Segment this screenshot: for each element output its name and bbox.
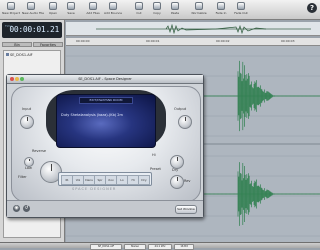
compare-icon[interactable]: ↺ xyxy=(23,205,30,212)
status-channels[interactable]: Stereo xyxy=(124,244,146,250)
save-button[interactable]: Save xyxy=(62,2,80,18)
file-icon xyxy=(6,53,9,56)
add-bounce-icon xyxy=(109,2,117,10)
status-file[interactable]: SE_DOS1.AIF xyxy=(90,244,122,250)
add-files-icon xyxy=(89,2,97,10)
fade-out-button[interactable]: Fade Out xyxy=(232,2,250,18)
time-ruler[interactable]: 00:00:00 00:00:01 00:00:02 00:00:03 xyxy=(66,38,320,46)
cut-button[interactable]: Cut xyxy=(130,2,148,18)
reverse-label: Reverse xyxy=(32,149,47,153)
rev-label: Rev xyxy=(184,179,191,183)
ruler-tick: 00:00:03 xyxy=(281,39,295,43)
add-bounce-button[interactable]: Add Bounce xyxy=(104,2,122,18)
overview-strip[interactable] xyxy=(66,22,320,36)
input-label: Input xyxy=(22,107,32,111)
new-audio-file-icon xyxy=(27,2,35,10)
normalize-icon xyxy=(195,2,203,10)
plugin-title-bar[interactable]: SE_DOS1.AIF - Space Designer xyxy=(7,75,203,84)
fade-in-button[interactable]: Fade In xyxy=(212,2,230,18)
status-bar: SE_DOS1.AIF Stereo 44.1 kHz 16 Bit xyxy=(0,242,320,250)
ir-name-field[interactable]: EXIT/DWATSNK ROOM xyxy=(79,97,133,104)
ruler-tick: 00:00:02 xyxy=(216,39,230,43)
preset-label: Preset xyxy=(150,167,161,171)
brand-label: SPACE DESIGNER xyxy=(72,187,117,191)
impulse-response-display[interactable]: EXIT/DWATSNK ROOM Duty Shetalanalysis (k… xyxy=(56,94,156,148)
fade-in-icon xyxy=(217,2,225,10)
output-knob[interactable] xyxy=(178,115,192,129)
add-files-button[interactable]: Add Files xyxy=(84,2,102,18)
file-list-item[interactable]: SE_DOS1.AIF xyxy=(6,53,33,57)
status-bit-depth[interactable]: 16 Bit xyxy=(174,244,194,250)
param-dry-button[interactable]: Dry xyxy=(138,175,150,185)
low-label: Low xyxy=(25,166,32,170)
paste-button[interactable]: Paste xyxy=(166,2,184,18)
cut-icon xyxy=(135,2,143,10)
close-icon[interactable] xyxy=(10,77,14,81)
input-knob[interactable] xyxy=(20,115,34,129)
dry-label: Dry xyxy=(172,168,179,172)
overview-waveform xyxy=(96,24,311,34)
copy-icon xyxy=(153,2,161,10)
tab-bin[interactable]: Bin xyxy=(2,42,32,47)
fade-out-icon xyxy=(237,2,245,10)
plugin-footer: ◉ ↺ Set Window xyxy=(7,200,203,217)
minimize-icon[interactable] xyxy=(15,77,19,81)
bypass-icon[interactable]: ◉ xyxy=(13,205,20,212)
plugin-window[interactable]: SE_DOS1.AIF - Space Designer EXIT/DWATSN… xyxy=(6,74,204,218)
new-audio-file-button[interactable]: New Audio File xyxy=(22,2,44,18)
tab-favorites[interactable]: Favorites xyxy=(33,42,63,47)
new-project-icon xyxy=(7,2,15,10)
timecode-value: 00:00:01.21 xyxy=(9,25,59,34)
zoom-icon[interactable] xyxy=(20,77,24,81)
ruler-tick: 00:00:01 xyxy=(146,39,160,43)
filter-label: Filter xyxy=(18,175,27,179)
copy-button[interactable]: Copy xyxy=(148,2,166,18)
help-button[interactable]: ? xyxy=(307,3,317,13)
status-sample-rate[interactable]: 44.1 kHz xyxy=(148,244,172,250)
plugin-body: EXIT/DWATSNK ROOM Duty Shetalanalysis (k… xyxy=(11,86,201,202)
output-label: Output xyxy=(174,107,187,111)
open-icon xyxy=(49,2,57,10)
rev-knob[interactable] xyxy=(170,175,184,189)
ir-description: Duty Shetalanalysis (kaza)-(Kb) 2m xyxy=(61,113,123,117)
plugin-title: SE_DOS1.AIF - Space Designer xyxy=(78,77,132,81)
open-button[interactable]: Open xyxy=(44,2,62,18)
ruler-tick: 00:00:00 xyxy=(76,39,90,43)
save-icon xyxy=(67,2,75,10)
timecode-display: Time 00:00:01.21 xyxy=(2,22,62,38)
paste-icon xyxy=(171,2,179,10)
set-window-button[interactable]: Set Window xyxy=(175,205,197,214)
hi-label: Hi xyxy=(152,153,156,157)
main-toolbar: New Project New Audio File Open Save Add… xyxy=(0,0,320,20)
dry-knob[interactable] xyxy=(170,155,184,169)
normalize-button[interactable]: Normalize xyxy=(190,2,208,18)
file-name: SE_DOS1.AIF xyxy=(10,53,33,57)
new-project-button[interactable]: New Project xyxy=(2,2,20,18)
parameter-strip: IR Vol Dens Spr Xov Lo Hi Dry xyxy=(58,172,152,186)
